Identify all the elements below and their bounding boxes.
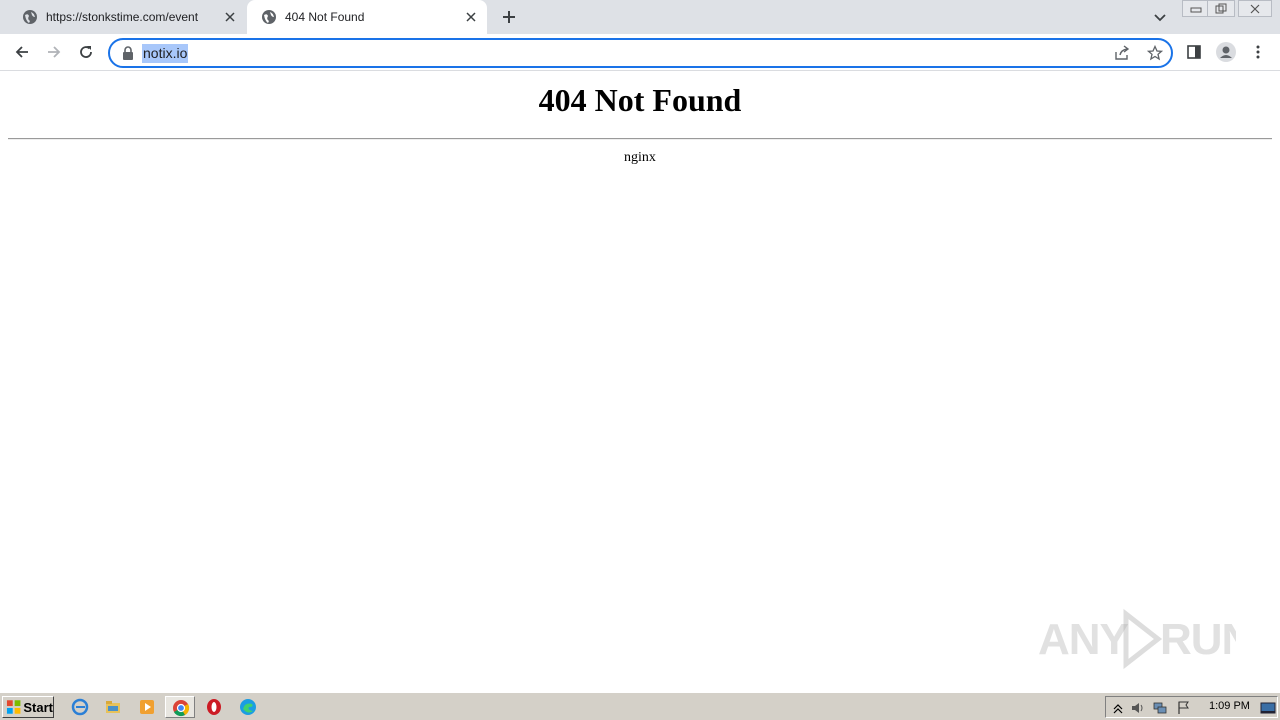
close-tab-icon[interactable] (222, 9, 238, 25)
edge-icon[interactable] (239, 698, 257, 716)
file-explorer-icon[interactable] (104, 698, 122, 716)
svg-text:ANY: ANY (1038, 615, 1129, 664)
arrow-left-icon (15, 46, 28, 58)
tab-strip: https://stonkstime.com/event 404 Not Fou… (0, 0, 1280, 34)
url-text[interactable]: notix.io (142, 44, 189, 63)
tab-title: 404 Not Found (285, 10, 365, 24)
show-desktop-icon[interactable] (1260, 700, 1276, 716)
action-center-flag-icon[interactable] (1176, 700, 1192, 716)
tab-stonkstime[interactable]: https://stonkstime.com/event (8, 0, 246, 34)
chrome-taskbar-button[interactable] (165, 696, 195, 718)
anyrun-watermark: ANY RUN (1036, 606, 1236, 672)
page-content: 404 Not Found nginx (0, 72, 1280, 692)
new-tab-icon[interactable] (499, 7, 519, 27)
share-icon[interactable] (1114, 45, 1130, 61)
system-tray: 1:09 PM (1105, 696, 1278, 718)
media-player-icon[interactable] (138, 698, 156, 716)
tab-title: https://stonkstime.com/event (46, 10, 199, 24)
reload-button[interactable] (76, 42, 96, 62)
minimize-button[interactable] (1182, 0, 1210, 17)
globe-icon (23, 10, 37, 24)
chrome-icon (173, 700, 190, 717)
volume-icon[interactable] (1130, 700, 1146, 716)
restore-button[interactable] (1207, 0, 1235, 17)
lock-icon[interactable] (122, 46, 134, 60)
avatar-icon (1216, 42, 1236, 62)
start-button[interactable]: Start (2, 696, 54, 718)
profile-button[interactable] (1216, 42, 1236, 62)
clock[interactable]: 1:09 PM (1209, 700, 1250, 712)
internet-explorer-icon[interactable] (71, 698, 89, 716)
network-icon[interactable] (1152, 700, 1168, 716)
side-panel-button[interactable] (1184, 42, 1204, 62)
globe-icon (262, 10, 276, 24)
side-panel-icon (1187, 45, 1201, 59)
anyrun-logo-icon: ANY RUN (1038, 608, 1236, 670)
menu-button[interactable] (1248, 42, 1268, 62)
start-label: Start (23, 699, 53, 715)
kebab-menu-icon (1256, 45, 1260, 59)
address-bar[interactable]: notix.io (108, 38, 1173, 68)
bookmark-star-icon[interactable] (1147, 45, 1163, 61)
back-button[interactable] (12, 42, 32, 62)
page-title: 404 Not Found (538, 82, 742, 118)
svg-text:RUN: RUN (1160, 615, 1236, 664)
chevron-up-icon[interactable] (1110, 700, 1126, 716)
reload-icon (80, 46, 92, 58)
close-window-button[interactable] (1238, 0, 1272, 17)
opera-icon[interactable] (205, 698, 223, 716)
forward-button[interactable] (44, 42, 64, 62)
windows-logo-icon (6, 700, 21, 714)
browser-toolbar: notix.io (0, 34, 1280, 71)
taskbar: Start 1:09 PM (0, 692, 1280, 720)
chevron-down-icon[interactable] (1152, 9, 1168, 25)
close-tab-icon[interactable] (463, 9, 479, 25)
tab-404-not-found[interactable]: 404 Not Found (247, 0, 487, 34)
arrow-right-icon (48, 46, 61, 58)
server-name: nginx (624, 150, 656, 165)
divider (8, 138, 1272, 140)
